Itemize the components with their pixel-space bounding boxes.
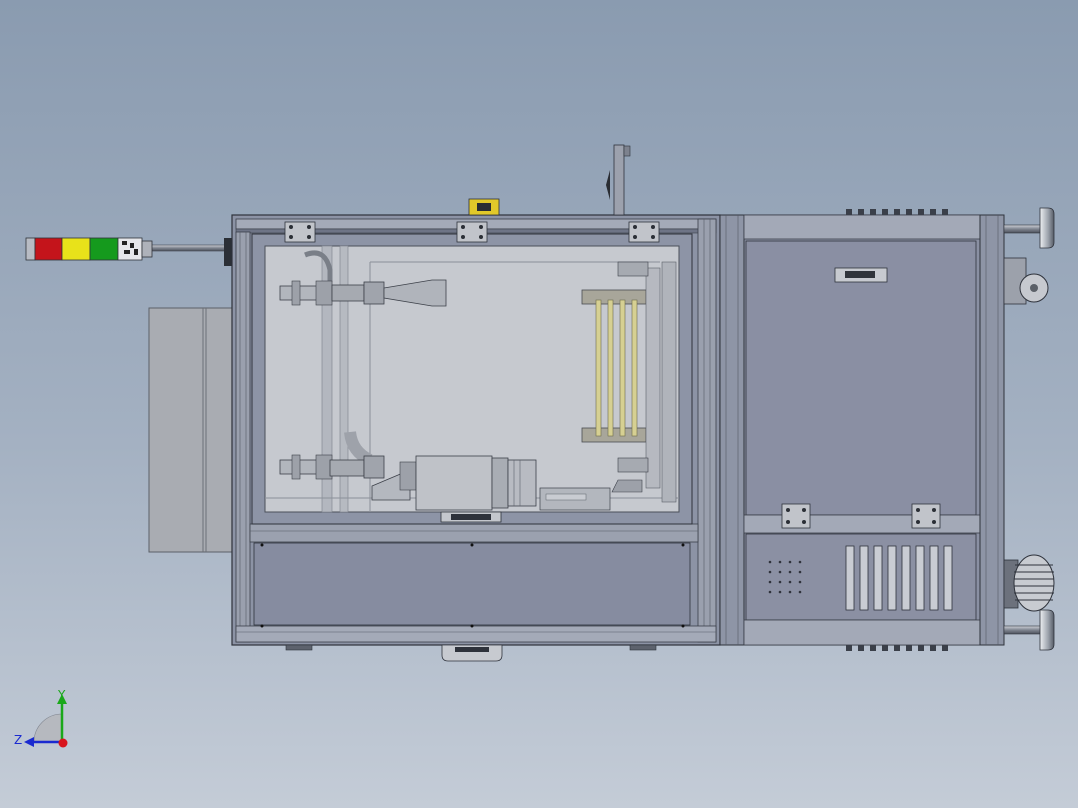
triad-origin (58, 738, 68, 748)
coordinate-triad: Y Z (14, 688, 68, 748)
cad-drawing: Y Z (14, 144, 1055, 748)
observation-window (251, 233, 693, 525)
light-green (89, 237, 119, 261)
lower-left-panel (253, 542, 691, 628)
signal-tower-light (25, 237, 232, 266)
y-axis-label: Y (57, 688, 66, 702)
top-fixtures (468, 144, 631, 216)
bottom-feet (285, 644, 657, 662)
z-axis-label: Z (14, 733, 22, 747)
light-yellow (61, 237, 91, 261)
right-side-fixtures (1003, 207, 1055, 651)
side-electrical-box (148, 307, 235, 553)
right-cabinet (719, 209, 1005, 651)
light-red (34, 237, 63, 261)
